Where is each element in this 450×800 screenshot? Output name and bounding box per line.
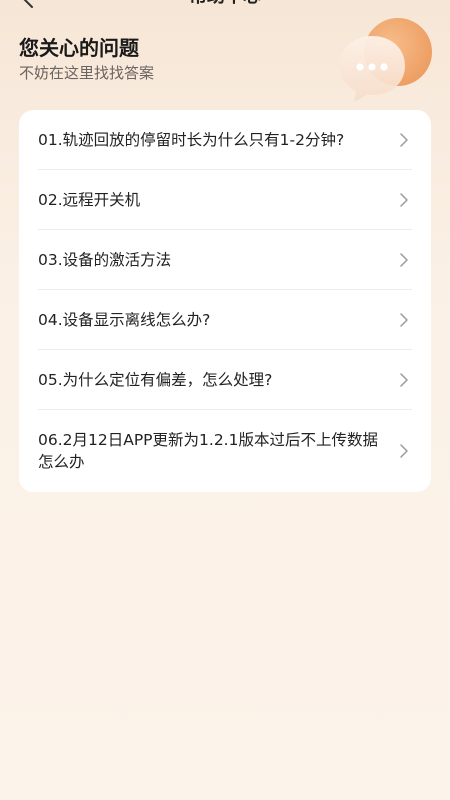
faq-item-label: 01.轨迹回放的停留时长为什么只有1-2分钟? bbox=[38, 130, 345, 149]
chevron-right-icon bbox=[400, 192, 408, 207]
faq-item-label: 05.为什么定位有偏差，怎么处理? bbox=[38, 370, 273, 389]
chevron-right-icon bbox=[400, 312, 408, 327]
page-title: 帮助中心 bbox=[0, 0, 450, 8]
chat-bubble-icon bbox=[340, 18, 432, 102]
faq-item-label: 06.2月12日APP更新为1.2.1版本过后不上传数据怎么办 bbox=[38, 430, 378, 471]
faq-item[interactable]: 03.设备的激活方法 bbox=[38, 230, 412, 290]
faq-item-label: 02.远程开关机 bbox=[38, 190, 141, 209]
faq-item-label: 04.设备显示离线怎么办? bbox=[38, 310, 211, 329]
chevron-right-icon bbox=[400, 372, 408, 387]
faq-item[interactable]: 05.为什么定位有偏差，怎么处理? bbox=[38, 350, 412, 410]
chevron-right-icon bbox=[400, 132, 408, 147]
faq-item[interactable]: 04.设备显示离线怎么办? bbox=[38, 290, 412, 350]
faq-item[interactable]: 02.远程开关机 bbox=[38, 170, 412, 230]
faq-header: 您关心的问题 不妨在这里找找答案 bbox=[19, 35, 154, 83]
section-title: 您关心的问题 bbox=[19, 36, 139, 60]
section-subtitle: 不妨在这里找找答案 bbox=[19, 64, 155, 82]
faq-item[interactable]: 06.2月12日APP更新为1.2.1版本过后不上传数据怎么办 bbox=[38, 410, 412, 491]
faq-list-card: 01.轨迹回放的停留时长为什么只有1-2分钟? 02.远程开关机 03.设备的激… bbox=[19, 110, 431, 492]
top-navigation-bar: 帮助中心 bbox=[0, 0, 450, 12]
chevron-right-icon bbox=[400, 443, 408, 458]
faq-item[interactable]: 01.轨迹回放的停留时长为什么只有1-2分钟? bbox=[38, 110, 412, 170]
chevron-right-icon bbox=[400, 252, 408, 267]
faq-item-label: 03.设备的激活方法 bbox=[38, 250, 172, 269]
